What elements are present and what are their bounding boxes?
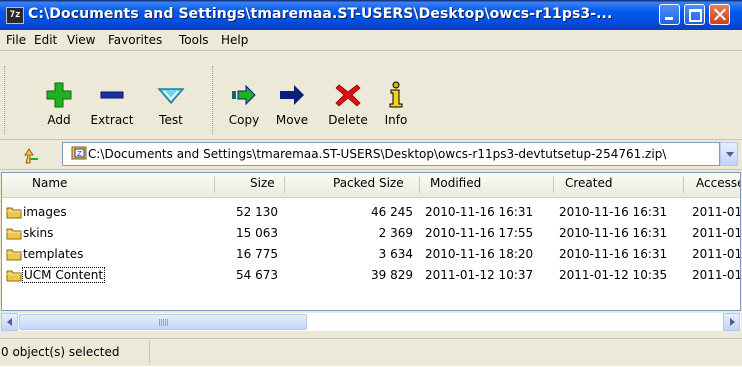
- copy-label: Copy: [228, 113, 260, 127]
- row-modified: 2011-01-12 10:37: [425, 268, 534, 282]
- zip-archive-icon: Z: [71, 146, 87, 160]
- table-row[interactable]: UCM Content 54 673 39 829 2011-01-12 10:…: [2, 265, 741, 285]
- row-packed-size: 2 369: [378, 226, 413, 240]
- row-accessed: 2011-01: [692, 226, 741, 240]
- move-button[interactable]: Move: [272, 79, 312, 127]
- add-button[interactable]: Add: [39, 79, 79, 127]
- move-label: Move: [275, 113, 309, 127]
- folder-icon: [6, 247, 22, 261]
- row-modified: 2010-11-16 16:31: [425, 205, 534, 219]
- row-created: 2010-11-16 16:31: [559, 226, 668, 240]
- col-created[interactable]: Created: [565, 176, 613, 190]
- menu-view[interactable]: View: [67, 33, 95, 47]
- scroll-grip: [159, 319, 169, 326]
- minus-icon: [96, 79, 128, 111]
- row-name: skins: [23, 226, 54, 240]
- row-name: images: [23, 205, 67, 219]
- menu-favorites[interactable]: Favorites: [108, 33, 162, 47]
- up-folder-icon[interactable]: [23, 147, 41, 165]
- col-modified[interactable]: Modified: [430, 176, 481, 190]
- table-row[interactable]: skins 15 063 2 369 2010-11-16 17:55 2010…: [2, 223, 741, 243]
- row-accessed: 2011-01: [692, 247, 741, 261]
- status-text: 0 object(s) selected: [1, 345, 120, 359]
- column-divider[interactable]: [419, 177, 420, 193]
- row-modified: 2010-11-16 17:55: [425, 226, 534, 240]
- info-icon: [380, 79, 412, 111]
- archive-window: 7z C:\Documents and Settings\tmaremaa.ST…: [0, 0, 742, 366]
- scroll-thumb[interactable]: [19, 314, 307, 330]
- column-header: Name Size Packed Size Modified Created A…: [2, 173, 740, 198]
- folder-icon: [6, 268, 22, 282]
- delete-label: Delete: [328, 113, 368, 127]
- row-packed-size: 46 245: [371, 205, 413, 219]
- test-label: Test: [159, 113, 183, 127]
- row-packed-size: 3 634: [378, 247, 413, 261]
- svg-text:Z: Z: [77, 150, 82, 158]
- delete-button[interactable]: Delete: [324, 79, 372, 127]
- address-path: C:\Documents and Settings\tmaremaa.ST-US…: [88, 147, 667, 161]
- row-size: 15 063: [236, 226, 278, 240]
- close-button[interactable]: [709, 4, 730, 25]
- info-button[interactable]: Info: [380, 79, 412, 127]
- file-list[interactable]: Name Size Packed Size Modified Created A…: [1, 172, 741, 311]
- maximize-button[interactable]: [684, 4, 705, 25]
- menu-help[interactable]: Help: [221, 33, 248, 47]
- test-button[interactable]: Test: [154, 79, 188, 127]
- status-divider: [149, 341, 150, 363]
- col-name[interactable]: Name: [32, 176, 67, 190]
- 7zip-app-icon[interactable]: 7z: [6, 7, 24, 24]
- toolbar-grip[interactable]: [212, 66, 216, 134]
- row-name: UCM Content: [21, 267, 106, 283]
- scroll-right-button[interactable]: [723, 313, 740, 331]
- window-title: C:\Documents and Settings\tmaremaa.ST-US…: [28, 6, 613, 22]
- check-icon: [155, 79, 187, 111]
- row-packed-size: 39 829: [371, 268, 413, 282]
- row-modified: 2010-11-16 18:20: [425, 247, 534, 261]
- menu-tools[interactable]: Tools: [179, 33, 209, 47]
- column-divider[interactable]: [284, 177, 285, 193]
- menu-file[interactable]: File: [6, 33, 26, 47]
- menu-bar: File Edit View Favorites Tools Help: [0, 30, 742, 51]
- plus-icon: [43, 79, 75, 111]
- address-dropdown-button[interactable]: [720, 142, 738, 166]
- horizontal-scrollbar[interactable]: [1, 313, 741, 331]
- minimize-button[interactable]: [659, 4, 680, 25]
- row-name: templates: [23, 247, 84, 261]
- move-arrow-icon: [276, 79, 308, 111]
- info-label: Info: [384, 113, 408, 127]
- table-row[interactable]: images 52 130 46 245 2010-11-16 16:31 20…: [2, 202, 741, 222]
- folder-icon: [6, 226, 22, 240]
- row-created: 2010-11-16 16:31: [559, 205, 668, 219]
- col-accessed[interactable]: Accesse: [696, 176, 740, 190]
- col-packed-size[interactable]: Packed Size: [333, 176, 404, 190]
- row-size: 16 775: [236, 247, 278, 261]
- extract-button[interactable]: Extract: [87, 79, 137, 127]
- copy-arrow-icon: [228, 79, 260, 111]
- row-size: 52 130: [236, 205, 278, 219]
- table-row[interactable]: templates 16 775 3 634 2010-11-16 18:20 …: [2, 244, 741, 264]
- row-created: 2010-11-16 16:31: [559, 247, 668, 261]
- column-divider[interactable]: [214, 177, 215, 193]
- column-divider[interactable]: [553, 177, 554, 193]
- row-accessed: 2011-01: [692, 268, 741, 282]
- scroll-left-button[interactable]: [1, 313, 18, 331]
- row-created: 2011-01-12 10:35: [559, 268, 668, 282]
- toolbar-grip[interactable]: [4, 66, 8, 134]
- extract-label: Extract: [90, 113, 134, 127]
- add-label: Add: [47, 113, 71, 127]
- col-size[interactable]: Size: [250, 176, 275, 190]
- row-size: 54 673: [236, 268, 278, 282]
- column-divider[interactable]: [683, 177, 684, 193]
- row-accessed: 2011-01: [692, 205, 741, 219]
- menu-edit[interactable]: Edit: [34, 33, 57, 47]
- folder-icon: [6, 205, 22, 219]
- delete-x-icon: [332, 79, 364, 111]
- status-bar: 0 object(s) selected: [0, 338, 742, 367]
- title-bar[interactable]: 7z C:\Documents and Settings\tmaremaa.ST…: [0, 0, 742, 30]
- copy-button[interactable]: Copy: [224, 79, 264, 127]
